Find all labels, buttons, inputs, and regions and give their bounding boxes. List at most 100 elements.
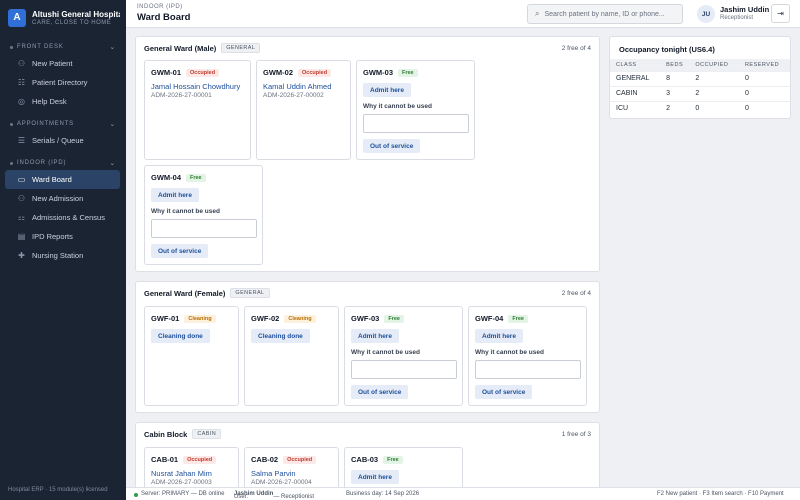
bed-card[interactable]: CAB-02 Occupied Salma Parvin ADM-2026-27-… [244, 447, 339, 491]
admission-id: ADM-2026-27-00004 [251, 479, 312, 486]
sidebar-item-admissions-census[interactable]: ⚏ Admissions & Census [5, 208, 120, 227]
bed-card[interactable]: GWM-02 Occupied Kamal Uddin Ahmed ADM-202… [256, 60, 351, 160]
column-header: BEDS [660, 59, 690, 71]
patient-link[interactable]: Jamal Hossain Chowdhury [151, 82, 240, 91]
patient-link[interactable]: Kamal Uddin Ahmed [263, 82, 331, 91]
out-of-service-button[interactable]: Out of service [363, 139, 421, 153]
reason-input[interactable] [151, 219, 257, 238]
sidebar-item-help-desk[interactable]: ◎ Help Desk [5, 92, 120, 111]
patient-search[interactable]: ⌕ [527, 4, 683, 24]
brand[interactable]: A Altushi General Hospital CARE, CLOSE T… [0, 0, 126, 32]
patient-link[interactable]: Nusrat Jahan Mim [151, 469, 212, 478]
user-role: Receptionist [720, 15, 754, 21]
section-title: INDOOR (IPD) [17, 160, 67, 166]
sidebar-item-new-admission[interactable]: ⚇ New Admission [5, 189, 120, 208]
why-label: Why it cannot be used [151, 208, 220, 215]
person-plus-icon: ⚇ [17, 59, 26, 68]
ward-class-tag: CABIN [192, 429, 222, 439]
admit-here-button[interactable]: Admit here [363, 83, 411, 97]
avatar[interactable]: JU [697, 5, 715, 23]
bed-id: GWF-01 [151, 314, 180, 323]
report-icon: ▤ [17, 232, 26, 241]
table-cell: 2 [660, 100, 690, 116]
out-of-service-button[interactable]: Out of service [475, 385, 533, 399]
patient-link[interactable]: Salma Parvin [251, 469, 296, 478]
status-badge: Occupied [186, 68, 220, 77]
bed-card[interactable]: GWM-01 Occupied Jamal Hossain Chowdhury A… [144, 60, 251, 160]
occupancy-table: CLASS BEDS OCCUPIED RESERVED GENERAL 8 2… [610, 59, 790, 116]
ward-free-count: 2 free of 4 [561, 290, 591, 297]
breadcrumb[interactable]: INDOOR (IPD) [137, 4, 183, 10]
section-appointments[interactable]: APPOINTMENTS ⌄ [0, 117, 126, 131]
bed-id: CAB-03 [351, 455, 379, 464]
sidebar-item-serials-queue[interactable]: ☰ Serials / Queue [5, 131, 120, 150]
ward-class-tag: GENERAL [221, 43, 261, 53]
bed-id: GWF-02 [251, 314, 280, 323]
search-icon: ⌕ [535, 9, 540, 18]
logout-icon: ⇥ [777, 9, 784, 18]
table-cell: 2 [689, 70, 739, 86]
bed-card: GWF-02 Cleaning Cleaning done [244, 306, 339, 406]
keyboard-shortcuts: F2 New patient · F3 Item search · F10 Pa… [657, 491, 784, 497]
cleaning-done-button[interactable]: Cleaning done [251, 329, 310, 343]
search-input[interactable] [544, 10, 675, 18]
column-header: RESERVED [738, 59, 790, 71]
why-label: Why it cannot be used [363, 103, 432, 110]
reason-input[interactable] [363, 114, 469, 133]
ward-panel-general-female: General Ward (Female) GENERAL 2 free of … [135, 281, 600, 413]
bed-card: GWF-04 Free Admit here Why it cannot be u… [468, 306, 587, 406]
table-cell: 2 [689, 85, 739, 101]
table-cell: 8 [660, 70, 690, 86]
online-indicator [134, 493, 138, 497]
admit-here-button[interactable]: Admit here [475, 329, 523, 343]
sidebar-item-label: Serials / Queue [32, 136, 84, 145]
section-front-desk[interactable]: FRONT DESK ⌄ [0, 40, 126, 54]
ward-panel-cabin-block: Cabin Block CABIN 1 free of 3 CAB-01 Occu… [135, 422, 600, 492]
hospital-logo: A [8, 8, 26, 27]
bed-id: GWM-04 [151, 173, 181, 182]
section-indoor-ipd[interactable]: INDOOR (IPD) ⌄ [0, 156, 126, 170]
census-icon: ⚏ [17, 213, 26, 222]
sidebar-item-label: IPD Reports [32, 232, 73, 241]
bed-icon: ▭ [17, 175, 26, 184]
status-badge: Occupied [183, 455, 217, 464]
chevron-down-icon: ⌄ [109, 160, 116, 167]
admission-id: ADM-2026-27-00003 [151, 479, 212, 486]
admit-here-button[interactable]: Admit here [351, 329, 399, 343]
sidebar-item-nursing-station[interactable]: ✚ Nursing Station [5, 246, 120, 265]
ward-class-tag: GENERAL [230, 288, 270, 298]
bed-id: GWF-03 [351, 314, 380, 323]
top-header: INDOOR (IPD) Ward Board ⌕ JU Jashim Uddi… [126, 0, 800, 28]
table-cell: 0 [689, 100, 739, 116]
sidebar-item-patient-directory[interactable]: ☷ Patient Directory [5, 73, 120, 92]
out-of-service-button[interactable]: Out of service [351, 385, 409, 399]
table-cell: CABIN [610, 85, 661, 101]
sidebar-item-ward-board[interactable]: ▭ Ward Board [5, 170, 120, 189]
cleaning-done-button[interactable]: Cleaning done [151, 329, 210, 343]
admit-here-button[interactable]: Admit here [151, 188, 199, 202]
sidebar-item-new-patient[interactable]: ⚇ New Patient [5, 54, 120, 73]
server-status: Server: PRIMARY — DB online [141, 491, 225, 497]
table-row: ICU 2 0 0 [610, 100, 790, 116]
bed-card: GWM-03 Free Admit here Why it cannot be u… [356, 60, 475, 160]
bed-card: GWF-01 Cleaning Cleaning done [144, 306, 239, 406]
admit-here-button[interactable]: Admit here [351, 470, 399, 484]
out-of-service-button[interactable]: Out of service [151, 244, 209, 258]
table-row: GENERAL 8 2 0 [610, 70, 790, 86]
occupancy-title: Occupancy tonight (US6.4) [619, 45, 715, 54]
table-row: CABIN 3 2 0 [610, 85, 790, 101]
status-badge: Occupied [298, 68, 332, 77]
status-badge: Free [398, 68, 418, 77]
ward-free-count: 1 free of 3 [561, 431, 591, 438]
bed-card: GWF-03 Free Admit here Why it cannot be u… [344, 306, 463, 406]
bed-card[interactable]: CAB-01 Occupied Nusrat Jahan Mim ADM-2026… [144, 447, 239, 491]
status-badge: Free [384, 314, 404, 323]
reason-input[interactable] [351, 360, 457, 379]
section-title: FRONT DESK [17, 44, 64, 50]
logout-button[interactable]: ⇥ [771, 4, 790, 23]
reason-input[interactable] [475, 360, 581, 379]
bed-id: CAB-02 [251, 455, 279, 464]
ward-name: Cabin Block [144, 429, 188, 439]
sidebar-item-ipd-reports[interactable]: ▤ IPD Reports [5, 227, 120, 246]
occupancy-panel: Occupancy tonight (US6.4) CLASS BEDS OCC… [609, 36, 791, 119]
